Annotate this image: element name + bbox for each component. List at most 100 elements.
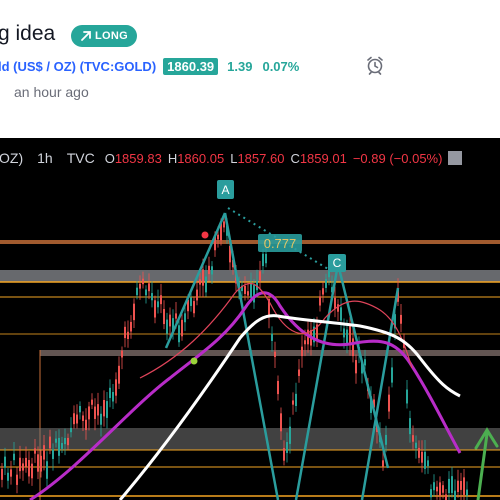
green-dot-marker bbox=[190, 357, 198, 365]
candle-body bbox=[223, 221, 225, 228]
candle-body bbox=[442, 485, 444, 493]
candle-body bbox=[34, 448, 36, 454]
price-chart[interactable] bbox=[0, 168, 500, 500]
chart-timeframe[interactable]: 1h bbox=[37, 150, 53, 166]
candle-body bbox=[19, 457, 21, 472]
candle-body bbox=[280, 413, 282, 432]
price-change: 1.39 bbox=[227, 58, 253, 74]
candle-body bbox=[205, 276, 207, 293]
candle-body bbox=[454, 490, 456, 500]
candle-body bbox=[286, 442, 288, 453]
candle-body bbox=[103, 399, 105, 417]
candle-body bbox=[121, 350, 123, 358]
candle-body bbox=[325, 279, 327, 288]
candle-body bbox=[421, 451, 423, 463]
candle-body bbox=[466, 489, 468, 496]
candle-body bbox=[154, 300, 156, 318]
current-price: 1860.39 bbox=[163, 57, 219, 75]
point-c-label[interactable]: C bbox=[328, 254, 346, 272]
legend-swatch[interactable] bbox=[448, 151, 463, 165]
candle-body bbox=[94, 406, 96, 419]
candle-body bbox=[28, 460, 30, 477]
candle-body bbox=[46, 461, 48, 479]
candle-body bbox=[424, 451, 426, 469]
candle-body bbox=[4, 456, 6, 468]
candle-body bbox=[190, 297, 192, 306]
candle-body bbox=[145, 289, 147, 296]
candle-body bbox=[301, 346, 303, 357]
candle-body bbox=[157, 301, 159, 308]
delta-value: −0.89 (−0.05%) bbox=[352, 150, 443, 166]
candle-body bbox=[247, 291, 249, 296]
candle-body bbox=[436, 486, 438, 492]
candle-body bbox=[415, 442, 417, 449]
close-key: C bbox=[290, 150, 300, 166]
candle-body bbox=[166, 319, 168, 334]
open-key: O bbox=[104, 150, 115, 166]
candle-body bbox=[262, 253, 264, 267]
point-a-label[interactable]: A bbox=[217, 180, 234, 199]
chart-exchange: TVC bbox=[66, 150, 95, 166]
candle-body bbox=[148, 283, 150, 292]
candle-body bbox=[334, 297, 336, 309]
channel-line-c bbox=[294, 263, 340, 500]
candle-body bbox=[10, 469, 12, 477]
close-value: 1859.01 bbox=[299, 150, 347, 166]
candle-body bbox=[445, 494, 447, 500]
candle-body bbox=[151, 293, 153, 301]
candle-body bbox=[184, 313, 186, 323]
fib-ratio-label[interactable]: 0.777 bbox=[258, 234, 302, 252]
candle-body bbox=[115, 379, 117, 396]
low-value: 1857.60 bbox=[237, 150, 285, 166]
candle-body bbox=[7, 472, 9, 481]
candle-body bbox=[58, 437, 60, 456]
candle-body bbox=[322, 288, 324, 295]
chart-symbol[interactable]: OZ) bbox=[0, 150, 23, 166]
symbol-link[interactable]: ld (US$ / OZ) (TVC:GOLD) bbox=[0, 59, 156, 74]
long-arrow-icon bbox=[474, 427, 499, 500]
candle-body bbox=[202, 269, 204, 286]
candle-body bbox=[88, 406, 90, 420]
candle-body bbox=[319, 296, 321, 306]
candle-body bbox=[409, 418, 411, 435]
long-badge[interactable]: LONG bbox=[71, 25, 137, 47]
candle-body bbox=[388, 394, 390, 412]
candle-body bbox=[49, 436, 51, 449]
candle-body bbox=[16, 474, 18, 485]
candle-body bbox=[217, 234, 219, 240]
candle-body bbox=[250, 282, 252, 298]
candle-body bbox=[43, 445, 45, 460]
candle-body bbox=[355, 360, 357, 374]
candle-body bbox=[427, 460, 429, 467]
candle-body bbox=[67, 437, 69, 446]
candle-body bbox=[178, 325, 180, 343]
candle-body bbox=[298, 369, 300, 376]
candle-body bbox=[97, 404, 99, 416]
candle-body bbox=[37, 454, 39, 472]
candle-body bbox=[340, 307, 342, 321]
candle-body bbox=[274, 351, 276, 358]
alarm-clock-icon[interactable] bbox=[364, 54, 386, 76]
candle-body bbox=[457, 480, 459, 492]
symbol-row: ld (US$ / OZ) (TVC:GOLD) 1860.39 1.39 0.… bbox=[0, 56, 299, 76]
candle-body bbox=[433, 482, 435, 491]
candle-body bbox=[283, 448, 285, 461]
candle-body bbox=[22, 463, 24, 471]
candle-body bbox=[112, 392, 114, 402]
candle-body bbox=[391, 367, 393, 383]
candle-body bbox=[13, 453, 15, 461]
candle-body bbox=[91, 399, 93, 405]
candle-body bbox=[142, 278, 144, 285]
candle-body bbox=[109, 387, 111, 398]
idea-title: g idea bbox=[0, 22, 56, 45]
candle-body bbox=[244, 286, 246, 294]
candle-body bbox=[31, 463, 33, 479]
candle-body bbox=[418, 447, 420, 458]
candle-body bbox=[406, 389, 408, 404]
candle-body bbox=[385, 434, 387, 445]
low-key: L bbox=[230, 150, 238, 166]
candle-body bbox=[52, 449, 54, 459]
candle-body bbox=[181, 319, 183, 337]
open-value: 1859.83 bbox=[114, 150, 162, 166]
candle-body bbox=[85, 419, 87, 431]
